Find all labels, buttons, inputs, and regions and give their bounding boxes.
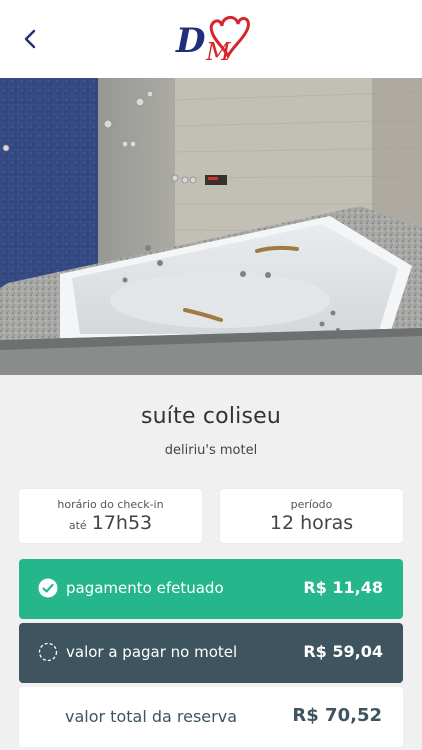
payment-due-amount: R$ 59,04	[303, 642, 383, 661]
payment-paid-label: pagamento efetuado	[66, 579, 224, 597]
svg-text:M: M	[205, 38, 232, 66]
payment-paid-row: pagamento efetuado R$ 11,48	[19, 559, 403, 619]
payment-paid-amount: R$ 11,48	[303, 578, 383, 597]
motel-name: deliriu's motel	[164, 443, 258, 458]
suite-name: suíte coliseu	[141, 404, 281, 429]
check-circle-icon	[38, 578, 58, 598]
period-label: período	[290, 498, 333, 511]
checkin-card: horário do check-in até 17h53	[19, 489, 202, 543]
back-button[interactable]	[14, 22, 46, 56]
chevron-left-icon	[24, 29, 36, 49]
top-bar: D M	[0, 0, 422, 78]
checkin-prefix: até	[68, 519, 87, 532]
suite-photo	[0, 78, 422, 375]
dashed-circle-icon	[38, 642, 58, 662]
payment-total-label: valor total da reserva	[65, 707, 237, 726]
payment-due-row: valor a pagar no motel R$ 59,04	[19, 623, 403, 683]
payment-due-label: valor a pagar no motel	[66, 643, 238, 661]
payment-total-amount: R$ 70,52	[292, 705, 382, 726]
checkin-label: horário do check-in	[57, 498, 164, 511]
motel-logo: D M	[172, 10, 250, 68]
checkin-time: 17h53	[91, 512, 153, 534]
period-value: 12 horas	[269, 512, 354, 534]
svg-text:D: D	[175, 21, 206, 61]
period-card: período 12 horas	[220, 489, 403, 543]
payment-total-row: valor total da reserva R$ 70,52	[19, 687, 403, 747]
